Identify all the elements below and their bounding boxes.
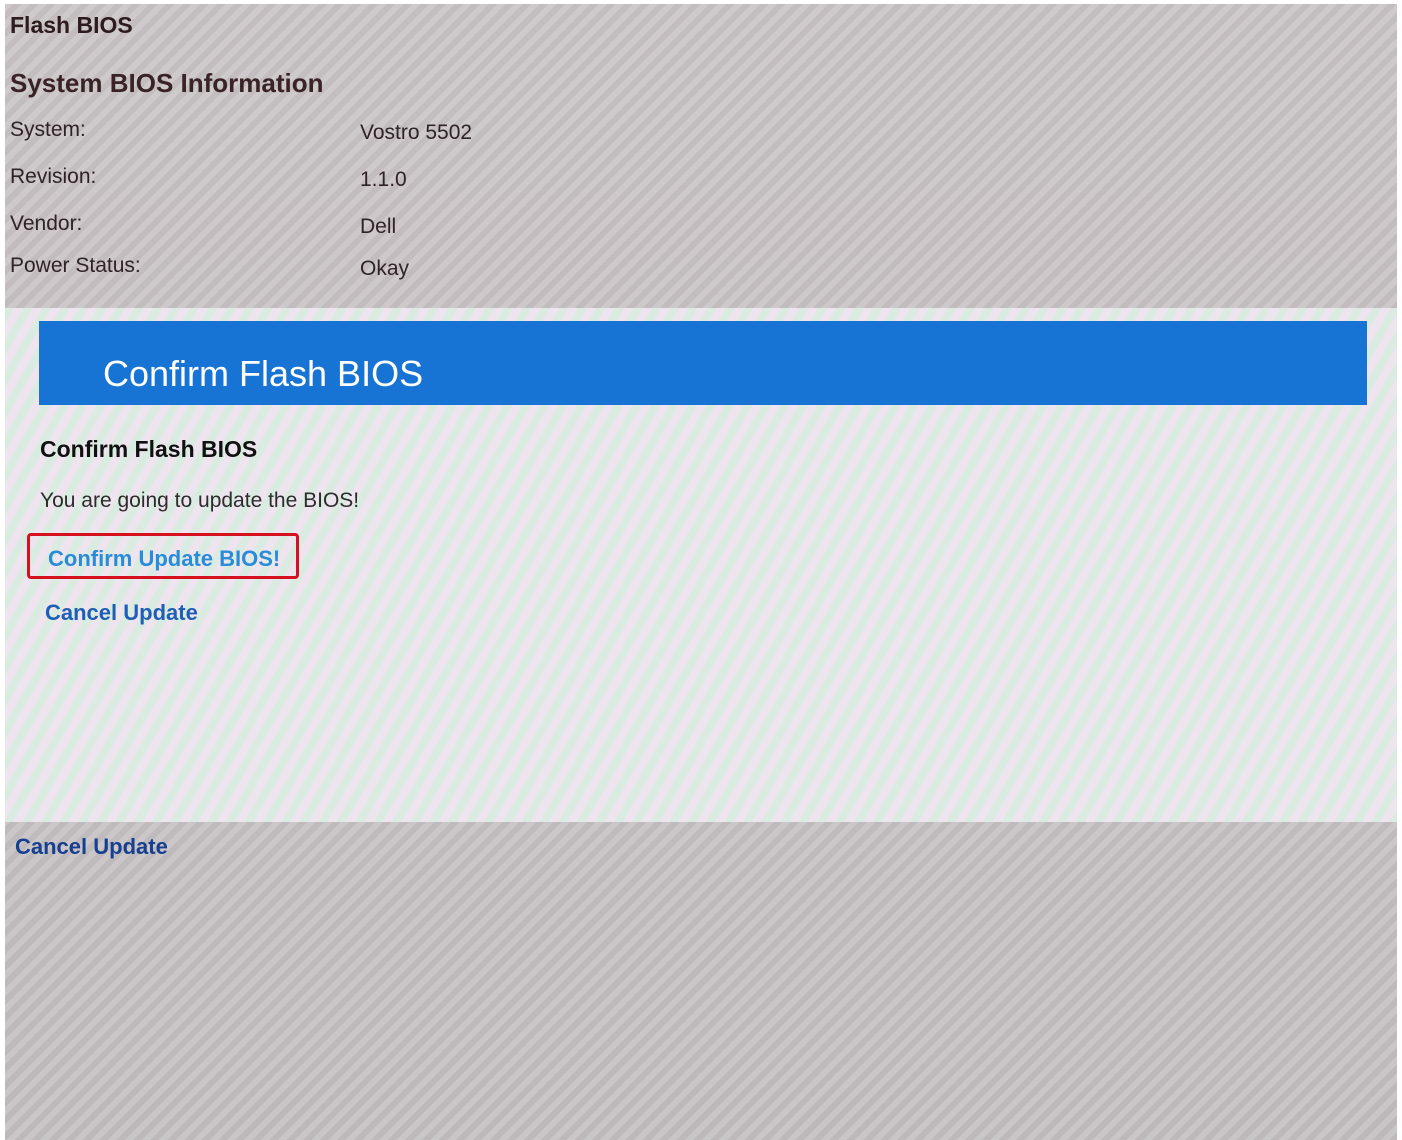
page-title: Flash BIOS: [10, 12, 133, 38]
revision-value: 1.1.0: [360, 168, 407, 191]
dialog-banner-title: Confirm Flash BIOS: [103, 353, 424, 394]
power-status-value: Okay: [360, 257, 410, 280]
dialog-subtitle: Confirm Flash BIOS: [40, 436, 258, 462]
vendor-value: Dell: [360, 215, 397, 238]
power-status-label: Power Status:: [10, 254, 141, 277]
system-value: Vostro 5502: [360, 121, 473, 144]
confirm-flash-dialog: Confirm Flash BIOS Confirm Flash BIOS Yo…: [5, 308, 1397, 822]
revision-label: Revision:: [10, 165, 97, 188]
system-label: System:: [10, 118, 86, 141]
vendor-label: Vendor:: [10, 212, 83, 235]
confirm-update-bios-button[interactable]: Confirm Update BIOS!: [27, 533, 299, 579]
page-cancel-update-button[interactable]: Cancel Update: [15, 834, 168, 860]
dialog-cancel-update-button[interactable]: Cancel Update: [45, 600, 198, 626]
bios-screen: Flash BIOS System BIOS Information Syste…: [5, 4, 1397, 1140]
dialog-message: You are going to update the BIOS!: [40, 489, 360, 512]
system-info-title: System BIOS Information: [10, 68, 324, 98]
confirm-update-bios-label: Confirm Update BIOS!: [48, 546, 281, 571]
dialog-banner: Confirm Flash BIOS: [39, 321, 1367, 405]
